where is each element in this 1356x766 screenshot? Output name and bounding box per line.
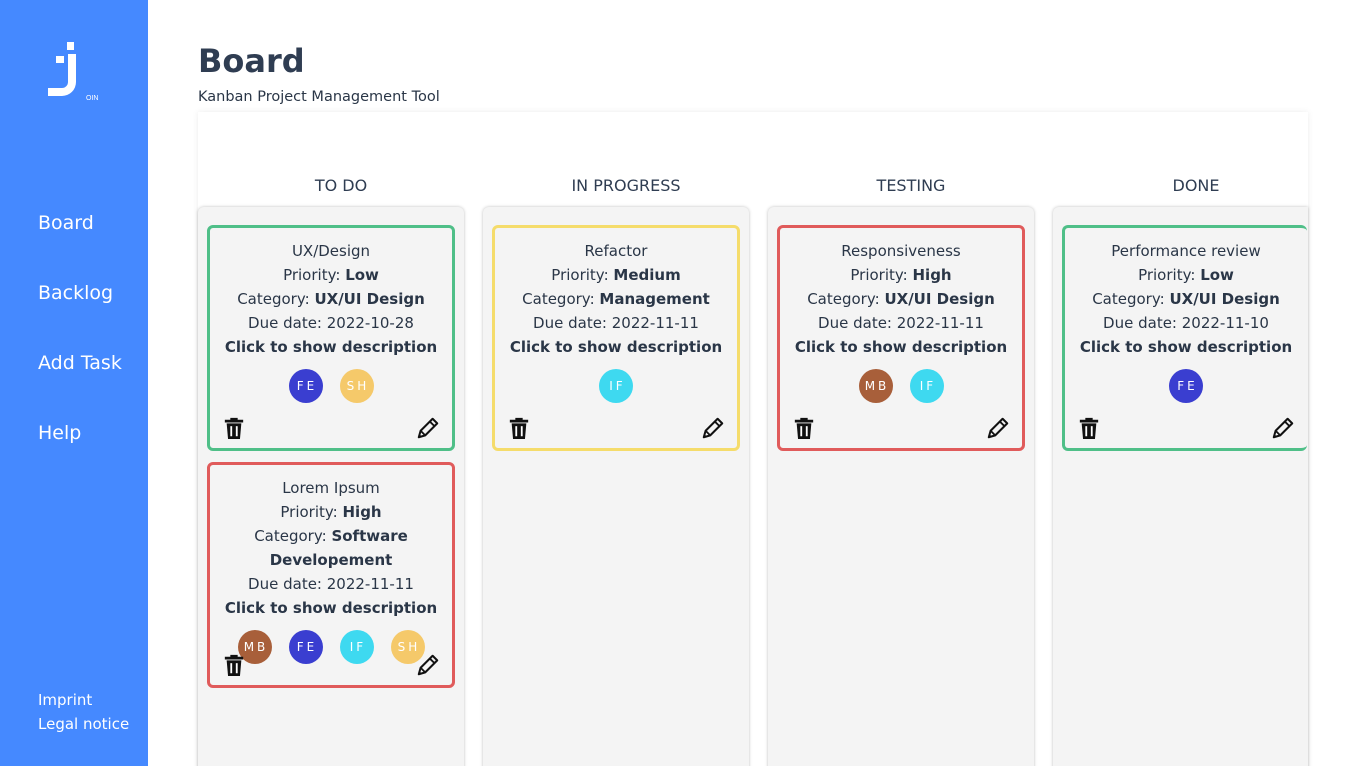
- task-card[interactable]: Refactor Priority: Medium Category: Manage…: [492, 225, 740, 451]
- column-header-in-progress: IN PROGRESS: [571, 176, 681, 195]
- card-priority-label: Priority:: [283, 266, 346, 284]
- card-priority: Priority: Low: [1065, 263, 1307, 287]
- page-subtitle: Kanban Project Management Tool: [198, 89, 440, 105]
- card-priority-label: Priority:: [850, 266, 913, 284]
- show-description-link[interactable]: Click to show description: [210, 335, 452, 359]
- card-category-label: Category:: [522, 290, 600, 308]
- legal-notice-link[interactable]: Legal notice: [38, 715, 129, 733]
- trash-icon[interactable]: [1077, 416, 1101, 442]
- page-title: Board: [198, 42, 305, 80]
- card-due: Due date: 2022-11-11: [495, 311, 737, 335]
- assignee-avatar: FE: [288, 369, 323, 403]
- card-category-label: Category:: [1092, 290, 1170, 308]
- card-category: Category: UX/UI Design: [780, 287, 1022, 311]
- card-due-label: Due date:: [248, 575, 327, 593]
- card-priority-label: Priority:: [1138, 266, 1201, 284]
- imprint-link[interactable]: Imprint: [38, 691, 92, 709]
- card-due-value: 2022-11-11: [326, 575, 414, 593]
- card-actions: [1077, 414, 1295, 442]
- card-category-label: Category:: [237, 290, 315, 308]
- assignee-avatar: SH: [339, 369, 374, 403]
- nav-board[interactable]: Board: [38, 212, 94, 234]
- card-category-label: Category:: [807, 290, 885, 308]
- card-title: Lorem Ipsum: [282, 479, 380, 497]
- card-category-label: Category:: [254, 527, 332, 545]
- nav-backlog[interactable]: Backlog: [38, 282, 113, 304]
- task-card[interactable]: UX/Design Priority: Low Category: UX/UI De…: [207, 225, 455, 451]
- card-priority: Priority: Medium: [495, 263, 737, 287]
- card-due-label: Due date:: [533, 314, 612, 332]
- assignee-avatar: IF: [909, 369, 944, 403]
- show-description-link[interactable]: Click to show description: [780, 335, 1022, 359]
- card-priority-value: Medium: [613, 266, 681, 284]
- assignees: FE SH: [210, 369, 452, 403]
- card-priority: Priority: High: [780, 263, 1022, 287]
- task-card[interactable]: Responsiveness Priority: High Category: UX…: [777, 225, 1025, 451]
- card-category-value: UX/UI Design: [884, 290, 995, 308]
- trash-icon[interactable]: [222, 416, 246, 442]
- show-description-link[interactable]: Click to show description: [1065, 335, 1307, 359]
- card-due: Due date: 2022-10-28: [210, 311, 452, 335]
- trash-icon[interactable]: [222, 653, 246, 679]
- card-due-label: Due date:: [1103, 314, 1182, 332]
- card-due-value: 2022-11-11: [896, 314, 984, 332]
- card-title: Performance review: [1111, 242, 1261, 260]
- trash-icon[interactable]: [792, 416, 816, 442]
- card-priority-value: High: [912, 266, 952, 284]
- card-due: Due date: 2022-11-11: [780, 311, 1022, 335]
- task-card[interactable]: Lorem Ipsum Priority: High Category: Softw…: [207, 462, 455, 688]
- pencil-icon[interactable]: [1271, 416, 1295, 442]
- card-category-value: UX/UI Design: [1169, 290, 1280, 308]
- column-header-testing: TESTING: [876, 176, 946, 195]
- card-priority: Priority: High: [210, 500, 452, 524]
- nav-add-task[interactable]: Add Task: [38, 352, 122, 374]
- assignee-avatar: MB: [858, 369, 893, 403]
- card-priority-label: Priority:: [551, 266, 614, 284]
- card-priority-label: Priority:: [280, 503, 343, 521]
- card-actions: [222, 414, 440, 442]
- sidebar: OIN Board Backlog Add Task Help Imprint …: [0, 0, 148, 766]
- card-category: Category: UX/UI Design: [1065, 287, 1307, 311]
- assignee-avatar: FE: [1169, 369, 1203, 403]
- card-title: Responsiveness: [841, 242, 961, 260]
- card-due: Due date: 2022-11-11: [210, 572, 452, 596]
- card-due-value: 2022-11-10: [1181, 314, 1269, 332]
- card-priority-value: Low: [1200, 266, 1234, 284]
- card-category: Category: UX/UI Design: [210, 287, 452, 311]
- trash-icon[interactable]: [507, 416, 531, 442]
- card-title: UX/Design: [291, 242, 371, 260]
- card-priority-value: Low: [345, 266, 379, 284]
- card-priority-value: High: [342, 503, 382, 521]
- pencil-icon[interactable]: [416, 653, 440, 679]
- join-logo[interactable]: OIN: [47, 42, 101, 104]
- card-due-label: Due date:: [248, 314, 327, 332]
- assignees: FE: [1065, 369, 1307, 403]
- column-header-todo: TO DO: [314, 176, 368, 195]
- card-category: Category: Software Developement: [210, 524, 452, 572]
- column-header-done: DONE: [1172, 176, 1220, 195]
- assignee-avatar: IF: [599, 369, 633, 403]
- card-due-label: Due date:: [818, 314, 897, 332]
- card-category: Category: Management: [495, 287, 737, 311]
- show-description-link[interactable]: Click to show description: [495, 335, 737, 359]
- card-actions: [792, 414, 1010, 442]
- assignees: MB IF: [780, 369, 1022, 403]
- nav-help[interactable]: Help: [38, 422, 81, 444]
- card-category-value: Management: [599, 290, 710, 308]
- pencil-icon[interactable]: [416, 416, 440, 442]
- card-actions: [507, 414, 725, 442]
- task-card[interactable]: Performance review Priority: Low Category:…: [1062, 225, 1307, 451]
- show-description-link[interactable]: Click to show description: [210, 596, 452, 620]
- card-category-value: UX/UI Design: [314, 290, 425, 308]
- pencil-icon[interactable]: [701, 416, 725, 442]
- card-due-value: 2022-10-28: [326, 314, 414, 332]
- pencil-icon[interactable]: [986, 416, 1010, 442]
- card-due-value: 2022-11-11: [611, 314, 699, 332]
- card-actions: [222, 651, 440, 679]
- logo-text: OIN: [86, 95, 98, 102]
- card-priority: Priority: Low: [210, 263, 452, 287]
- card-title: Refactor: [584, 242, 648, 260]
- assignees: IF: [495, 369, 737, 403]
- card-due: Due date: 2022-11-10: [1065, 311, 1307, 335]
